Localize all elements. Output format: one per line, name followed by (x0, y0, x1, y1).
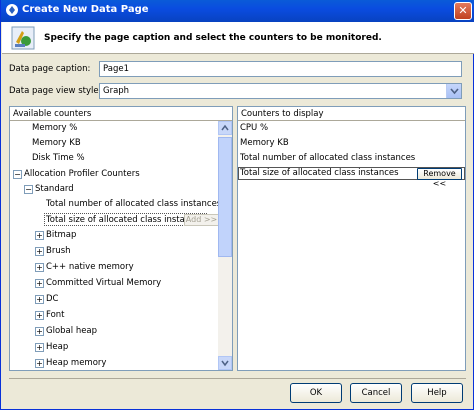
tree-item-total-number[interactable]: Total number of allocated class instance… (46, 198, 221, 211)
expand-icon[interactable]: + (35, 295, 44, 304)
app-icon (6, 4, 18, 16)
tree-item-memory-percent[interactable]: Memory % (32, 122, 77, 135)
ok-button[interactable]: OK (290, 383, 342, 403)
view-style-value: Graph (103, 86, 130, 96)
add-button[interactable]: Add >> (184, 214, 219, 226)
footer-divider (9, 378, 466, 379)
view-style-label: Data page view style: (9, 86, 102, 96)
tree-item-committed-vm[interactable]: Committed Virtual Memory (46, 277, 161, 290)
view-style-select[interactable]: Graph (99, 83, 462, 99)
expand-icon[interactable]: + (35, 279, 44, 288)
collapse-icon[interactable]: − (24, 185, 33, 194)
caption-input[interactable]: Page1 (99, 61, 462, 77)
instruction-text: Specify the page caption and select the … (44, 33, 382, 43)
chevron-down-icon (221, 360, 229, 367)
available-counters-panel[interactable]: Available counters Memory % Memory KB Di… (9, 106, 233, 371)
expand-icon[interactable]: + (35, 311, 44, 320)
expand-icon[interactable]: + (35, 343, 44, 352)
dropdown-button[interactable] (446, 84, 461, 98)
tree-item-heap-memory[interactable]: Heap memory (46, 357, 106, 370)
tree-item-bitmap[interactable]: Bitmap (46, 229, 76, 242)
tree-item-dc[interactable]: DC (46, 293, 58, 306)
expand-icon[interactable]: + (35, 247, 44, 256)
tree-item-brush[interactable]: Brush (46, 245, 71, 258)
instruction-header: Specify the page caption and select the … (2, 22, 474, 54)
title-bar[interactable]: Create New Data Page ✕ (1, 0, 474, 22)
display-counters-panel[interactable]: Counters to display CPU % Memory KB Tota… (237, 106, 466, 371)
display-counters-header: Counters to display (238, 107, 465, 121)
tree-item-memory-kb[interactable]: Memory KB (32, 137, 81, 150)
available-counters-header: Available counters (10, 107, 232, 121)
tree-item-cpp-native[interactable]: C++ native memory (46, 261, 134, 274)
display-item-cpu[interactable]: CPU % (240, 122, 268, 135)
tree-item-standard[interactable]: Standard (35, 183, 74, 196)
tree-item-heap[interactable]: Heap (46, 341, 68, 354)
help-button[interactable]: Help (411, 383, 463, 403)
available-scrollbar[interactable] (218, 121, 232, 370)
chevron-down-icon (450, 88, 459, 95)
cancel-button[interactable]: Cancel (350, 383, 402, 403)
expand-icon[interactable]: + (35, 263, 44, 272)
tree-item-disk-time[interactable]: Disk Time % (32, 152, 85, 165)
scroll-thumb[interactable] (218, 137, 232, 257)
dialog-window: Create New Data Page ✕ Specify the page … (0, 0, 474, 410)
tree-item-allocation-profiler[interactable]: Allocation Profiler Counters (24, 168, 140, 181)
expand-icon[interactable]: + (35, 359, 44, 368)
tree-item-font[interactable]: Font (46, 309, 65, 322)
collapse-icon[interactable]: − (13, 170, 22, 179)
display-item-total-number[interactable]: Total number of allocated class instance… (240, 152, 415, 165)
expand-icon[interactable]: + (35, 327, 44, 336)
caption-label: Data page caption: (9, 64, 91, 74)
window-title: Create New Data Page (22, 4, 149, 15)
remove-button[interactable]: Remove << (417, 168, 462, 188)
wizard-icon (11, 26, 35, 50)
expand-icon[interactable]: + (35, 231, 44, 240)
scroll-down-button[interactable] (218, 356, 232, 370)
close-button[interactable]: ✕ (454, 2, 472, 20)
tree-item-total-size[interactable]: Total size of allocated class instances (44, 213, 207, 226)
chevron-up-icon (221, 124, 229, 131)
tree-item-global-heap[interactable]: Global heap (46, 325, 97, 338)
scroll-up-button[interactable] (218, 121, 232, 135)
display-item-memory-kb[interactable]: Memory KB (240, 137, 289, 150)
